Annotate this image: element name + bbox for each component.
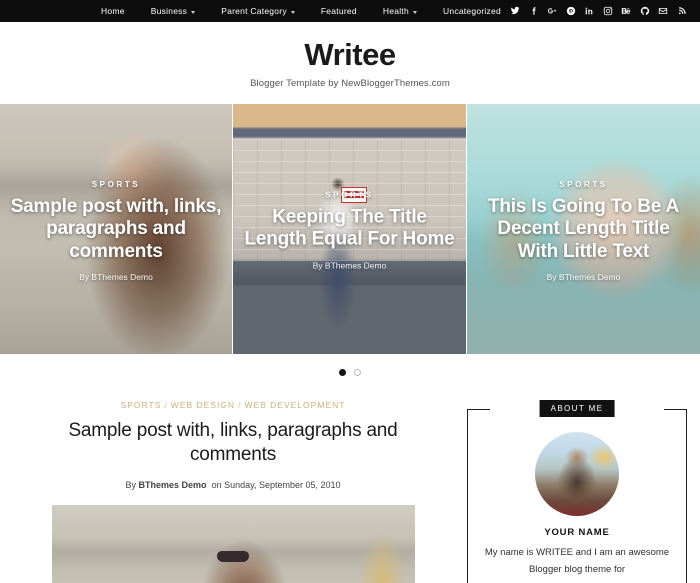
- top-navigation-bar: Home Business Parent Category Featured H…: [0, 0, 700, 22]
- about-me-badge: ABOUT ME: [539, 400, 615, 417]
- slide-title[interactable]: Keeping The Title Length Equal For Home: [243, 207, 456, 252]
- post-thumbnail[interactable]: [51, 504, 415, 583]
- nav-label: Uncategorized: [442, 6, 502, 16]
- nav-label: Featured: [320, 6, 357, 16]
- category-separator: /: [238, 400, 242, 410]
- slide-category[interactable]: SPORTS: [243, 191, 456, 200]
- slide-content-3: SPORTS This Is Going To Be A Decent Leng…: [477, 180, 690, 282]
- nav-item-home[interactable]: Home: [88, 6, 138, 16]
- slider-item-3[interactable]: SPORTS This Is Going To Be A Decent Leng…: [467, 104, 700, 354]
- post-date-prefix: on: [211, 479, 222, 490]
- sunglasses-detail: [217, 550, 249, 562]
- slider-dot-1[interactable]: [339, 368, 346, 376]
- nav-label: Parent Category: [221, 6, 287, 16]
- slide-author: By BThemes Demo: [79, 272, 153, 283]
- site-header: Writee Blogger Template by NewBloggerThe…: [0, 22, 700, 104]
- slide-content-2: SPORTS Keeping The Title Length Equal Fo…: [243, 191, 456, 271]
- nav-item-featured[interactable]: Featured: [308, 6, 370, 16]
- facebook-icon[interactable]: [528, 6, 539, 17]
- slide-title[interactable]: Sample post with, links, paragraphs and …: [10, 196, 222, 263]
- slider-item-2[interactable]: SPORTS Keeping The Title Length Equal Fo…: [233, 104, 466, 354]
- chevron-down-icon: [290, 10, 295, 14]
- rss-icon[interactable]: [676, 6, 687, 17]
- post-category-web-development[interactable]: WEB DEVELOPMENT: [244, 400, 345, 410]
- post-title[interactable]: Sample post with, links, paragraphs and …: [13, 419, 453, 467]
- site-title[interactable]: Writee: [0, 39, 700, 70]
- chevron-down-icon: [412, 10, 417, 14]
- instagram-icon[interactable]: [602, 6, 613, 17]
- about-me-name: YOUR NAME: [544, 527, 610, 538]
- nav-label: Home: [101, 6, 125, 16]
- google-plus-icon[interactable]: [547, 6, 558, 17]
- social-links: [510, 6, 688, 17]
- nav-item-health[interactable]: Health: [370, 6, 430, 16]
- post-list: SPORTS / WEB DESIGN / WEB DEVELOPMENT Sample…: [13, 390, 453, 583]
- main-menu: Home Business Parent Category Featured H…: [88, 6, 514, 16]
- post-category-sports[interactable]: SPORTS: [121, 400, 162, 410]
- site-tagline: Blogger Template by NewBloggerThemes.com: [250, 78, 450, 89]
- email-icon[interactable]: [658, 6, 669, 17]
- slider-pagination: [0, 354, 700, 390]
- about-me-box: YOUR NAME My name is WRITEE and I am an …: [467, 409, 687, 583]
- slide-category[interactable]: SPORTS: [10, 180, 222, 189]
- post-author-prefix: By: [125, 479, 136, 490]
- github-icon[interactable]: [639, 6, 650, 17]
- nav-label: Business: [150, 6, 188, 16]
- slider-dot-2[interactable]: [354, 368, 361, 376]
- main-layout: SPORTS / WEB DESIGN / WEB DEVELOPMENT Sample…: [0, 390, 700, 583]
- post-author[interactable]: BThemes Demo: [139, 480, 207, 490]
- nav-item-business[interactable]: Business: [138, 6, 209, 16]
- about-me-widget: ABOUT ME YOUR NAME My name is WRITEE and…: [467, 400, 687, 583]
- featured-slider: SPORTS Sample post with, links, paragrap…: [0, 104, 700, 354]
- slider-item-1[interactable]: SPORTS Sample post with, links, paragrap…: [0, 104, 232, 354]
- slide-author: By BThemes Demo: [312, 260, 387, 271]
- about-me-text: My name is WRITEE and I am an awesome Bl…: [484, 547, 670, 575]
- post-category-web-design[interactable]: WEB DESIGN: [171, 400, 235, 410]
- avatar: [535, 432, 619, 516]
- nav-item-uncategorized[interactable]: Uncategorized: [430, 6, 514, 16]
- behance-icon[interactable]: [621, 6, 632, 17]
- linkedin-icon[interactable]: [584, 6, 595, 17]
- post-meta: By BThemes Demo on Sunday, September 05,…: [13, 480, 453, 490]
- chevron-down-icon: [191, 10, 196, 14]
- post-categories: SPORTS / WEB DESIGN / WEB DEVELOPMENT: [13, 400, 453, 410]
- slide-content-1: SPORTS Sample post with, links, paragrap…: [10, 180, 222, 282]
- nav-item-parent-category[interactable]: Parent Category: [208, 6, 308, 16]
- nav-label: Health: [382, 6, 409, 16]
- twitter-icon[interactable]: [510, 6, 521, 17]
- category-separator: /: [164, 400, 168, 410]
- slide-author: By BThemes Demo: [546, 272, 621, 283]
- slide-title[interactable]: This Is Going To Be A Decent Length Titl…: [477, 196, 690, 263]
- pinterest-icon[interactable]: [565, 6, 576, 17]
- sidebar: ABOUT ME YOUR NAME My name is WRITEE and…: [467, 390, 687, 583]
- post-date: Sunday, September 05, 2010: [224, 479, 341, 490]
- slide-category[interactable]: SPORTS: [477, 180, 690, 189]
